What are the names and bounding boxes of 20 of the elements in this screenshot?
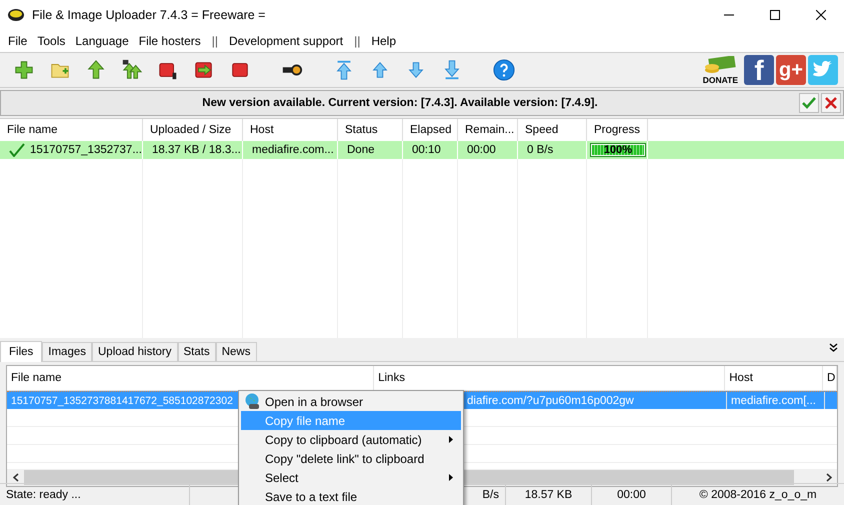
table-cell: 18.37 KB / 18.3... [152,144,241,156]
menu-separator: || [353,34,362,48]
status-text: State: ready ... [6,488,81,500]
table-cell: mediafire.com... [252,144,334,156]
table-cell: 0 B/s [527,144,554,156]
table-cell: diafire.com/?u7pu60m16p002gw [467,394,634,406]
table-cell: 00:00 [467,144,496,156]
table-cell: 15170757_1352737881417672_585102872302 [11,394,233,406]
window-title: File & Image Uploader 7.4.3 = Freeware = [32,8,266,22]
status-text: 18.57 KB [524,488,572,500]
update-notice: New version available. Current version: [7.4.3]. Available version: [7.4.9]. [201,97,599,109]
table-cell: 00:10 [412,144,441,156]
status-text: © 2008-2016 z_o_o_m [699,488,817,500]
progress-text: 100% [604,144,632,156]
menu-separator: || [210,34,220,48]
table-cell: Done [347,144,374,156]
status-text: B/s [482,488,499,500]
table-cell: 15170757_1352737... [30,144,142,156]
table-cell: mediafire.com[... [731,394,816,406]
status-text: 00:00 [617,488,646,500]
